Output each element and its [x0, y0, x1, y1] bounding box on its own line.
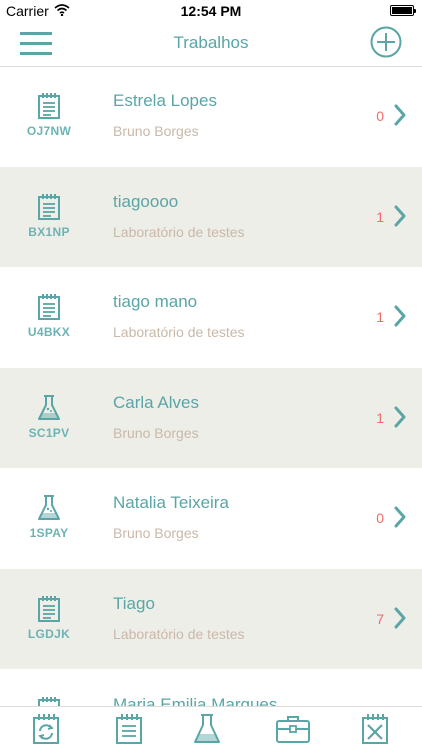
job-subtitle: Laboratório de testes — [113, 626, 245, 642]
job-subtitle: Bruno Borges — [113, 525, 199, 542]
notepad-icon — [38, 696, 60, 706]
status-bar: Carrier 12:54 PM — [0, 0, 422, 22]
navigation-bar: Trabalhos — [0, 22, 422, 67]
list-item[interactable]: Maria Emilia Marques — [0, 670, 422, 706]
job-subtitle: Bruno Borges — [113, 123, 199, 139]
patient-name: Carla Alves — [113, 392, 199, 412]
refresh-notepad-icon[interactable] — [31, 713, 61, 745]
flask-icon — [38, 394, 60, 420]
notepad-icon[interactable] — [114, 713, 144, 745]
count-badge: 0 — [376, 510, 384, 527]
job-code: OJ7NW — [26, 124, 72, 138]
patient-name: tiago mano — [113, 292, 198, 312]
count-badge: 1 — [376, 208, 384, 225]
job-code: BX1NP — [28, 224, 70, 239]
list-item[interactable]: BX1NP tiagoooo Laboratório de testes 1 — [0, 166, 422, 267]
patient-name: Estrela Lopes — [113, 91, 217, 110]
flask-icon — [38, 495, 60, 521]
patient-name: Natalia Teixeira — [113, 493, 229, 513]
list-item[interactable]: 1SPAY Natalia Teixeira Bruno Borges 0 — [0, 468, 422, 568]
jobs-list: OJ7NW Estrela Lopes Bruno Borges 0 BX1NP tiag… — [0, 66, 422, 706]
list-item[interactable]: LGDJK Tiago Laboratório de testes 7 — [0, 569, 422, 669]
add-icon[interactable] — [370, 26, 402, 58]
notepad-icon — [38, 93, 60, 119]
notepad-icon — [38, 596, 60, 622]
count-badge: 1 — [376, 409, 384, 426]
page-title: Trabalhos — [173, 33, 249, 52]
patient-name: Maria Emilia Marques — [113, 694, 278, 706]
patient-name: Tiago — [113, 594, 155, 613]
chevron-right-icon[interactable] — [394, 506, 406, 528]
job-subtitle: Laboratório de testes — [113, 223, 245, 240]
count-badge: 0 — [376, 108, 384, 124]
list-item[interactable]: SC1PV Carla Alves Bruno Borges 1 — [0, 367, 422, 468]
chevron-right-icon[interactable] — [394, 305, 406, 327]
clock: 12:54 PM — [180, 3, 242, 19]
notepad-icon — [38, 294, 60, 321]
job-code: U4BKX — [27, 325, 71, 340]
job-subtitle: Bruno Borges — [113, 424, 199, 441]
list-item[interactable]: OJ7NW Estrela Lopes Bruno Borges 0 — [0, 66, 422, 166]
job-subtitle: Laboratório de testes — [113, 324, 245, 341]
job-code: 1SPAY — [29, 526, 69, 541]
chevron-right-icon[interactable] — [394, 406, 406, 428]
notepad-icon — [38, 193, 60, 220]
list-item[interactable]: U4BKX tiago mano Laboratório de testes 1 — [0, 267, 422, 367]
briefcase-icon[interactable] — [276, 713, 310, 745]
job-code: SC1PV — [28, 425, 70, 440]
cancelled-notepad-icon[interactable] — [360, 713, 390, 745]
battery-icon — [390, 5, 416, 16]
chevron-right-icon[interactable] — [394, 205, 406, 227]
patient-name: tiagoooo — [113, 191, 179, 211]
flask-icon[interactable] — [192, 713, 222, 745]
count-badge: 1 — [376, 309, 384, 326]
job-code: LGDJK — [27, 627, 71, 641]
chevron-right-icon[interactable] — [394, 104, 406, 126]
chevron-right-icon[interactable] — [394, 607, 406, 629]
count-badge: 7 — [376, 611, 384, 627]
tab-bar — [0, 706, 422, 751]
